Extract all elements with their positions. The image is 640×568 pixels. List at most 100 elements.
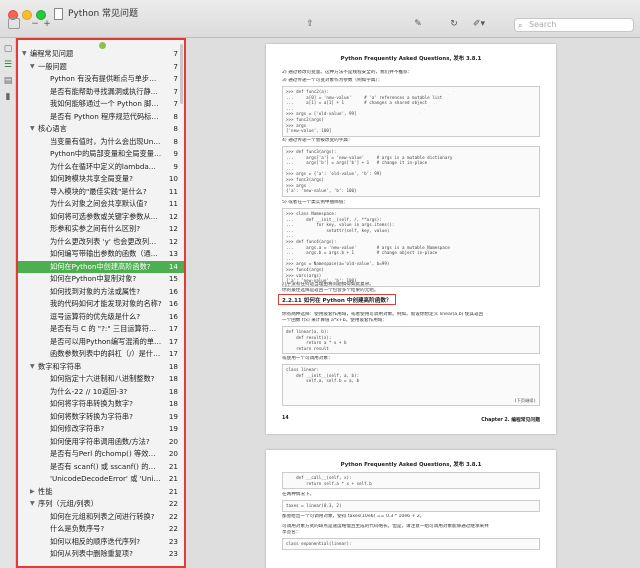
toc-item-page: 18 [168, 386, 178, 396]
toc-item[interactable]: ▼ 核心语言 8 [18, 123, 184, 136]
toc-item[interactable]: 形参和实参之间有什么区别? 12 [18, 223, 184, 236]
toc-item[interactable]: ▼ 数字和字符串 18 [18, 361, 184, 374]
markup-icon[interactable]: ✎ [412, 18, 424, 31]
disclosure-collapsed-icon[interactable]: ▶ [30, 486, 35, 499]
toc-item[interactable]: 为什么在循环中定义的lambda... 9 [18, 161, 184, 174]
toc-item-label: 序列（元组/列表） [38, 499, 98, 508]
code-block: def linear(a, b): def result(x): return … [282, 326, 540, 355]
toc-item-page: 19 [168, 424, 178, 433]
toc-item[interactable]: 函数参数列表中的斜杠（/）是什么意思? 17 [18, 348, 184, 361]
search-icon: ⌕ [518, 21, 523, 30]
toc-item-page: 18 [168, 374, 178, 383]
zoom-out-icon[interactable]: − [30, 18, 40, 31]
disclosure-expanded-icon[interactable]: ▼ [30, 61, 35, 74]
toc-item-page: 13 [168, 249, 178, 258]
code-block: >>> class Namespace:... def __init__(sel… [282, 208, 540, 287]
toc-item[interactable]: 是否可以用Python编写混淆的单行程序? 17 [18, 336, 184, 349]
toc-item-page: 12 [168, 236, 178, 246]
toc-item[interactable]: 如何将字符串转换为数字? 18 [18, 398, 184, 411]
toc-item-active[interactable]: 如何在Python中创建高阶函数? 14 [18, 260, 184, 273]
toc-item[interactable]: 如何将可选参数或关键字参数从一个函... 12 [18, 211, 184, 224]
toc-item-page: 20 [168, 449, 178, 458]
toc-item[interactable]: ▼ 编程常见问题 7 [18, 48, 184, 61]
toc-item-label: 是否有 Python 程序规范代码标准或风... [50, 111, 162, 121]
toc-item[interactable]: Python中的局部变量和全局变量有哪些... 9 [18, 148, 184, 161]
toc-item[interactable]: 导入模块的"最佳实践"是什么? 11 [18, 186, 184, 199]
disclosure-expanded-icon[interactable]: ▼ [30, 123, 35, 136]
toc-item-page: 14 [168, 261, 178, 271]
body-text: 都会给出一个可调用对象，使得 taxes(10e6) == 0.3 * 10e6… [282, 514, 425, 519]
toc-item-label: 如何跨模块共享全局变量? [50, 174, 133, 183]
toc-item[interactable]: 逗号运算符的优先级是什么? 16 [18, 311, 184, 324]
toc-item[interactable]: 如何编写带输出参数的函数（通过引用... 13 [18, 248, 184, 261]
toc-item[interactable]: ▼ 序列（元组/列表） 22 [18, 498, 184, 511]
disclosure-expanded-icon[interactable]: ▼ [30, 361, 35, 374]
toc-item[interactable]: 是否有能帮助寻找漏洞或执行静态分析... 7 [18, 86, 184, 99]
zoom-in-icon[interactable]: + [42, 18, 52, 31]
code-block: class linear: def __init__(self, a, b): … [282, 364, 540, 406]
bookmarks-icon[interactable]: ▮ [3, 92, 13, 102]
sidebar-toggle-icon[interactable] [8, 18, 20, 29]
toc-item[interactable]: ▼ 一般问题 7 [18, 61, 184, 74]
toc-item[interactable]: 如何在Python中复制对象? 15 [18, 273, 184, 286]
code-block: class exponential(linear): [282, 538, 540, 550]
code-block: def __call__(self, x): return self.a * x… [282, 472, 540, 490]
toc-item-label: 编程常见问题 [30, 49, 74, 58]
pdf-page-15: Python Frequently Asked Questions, 发布 3.… [266, 450, 556, 568]
disclosure-expanded-icon[interactable]: ▼ [30, 498, 35, 511]
toc-item-label: 如何将字符串转换为数字? [50, 399, 133, 408]
toc-item[interactable]: ▶ 性能 21 [18, 486, 184, 499]
toc-item-label: 如何将可选参数或关键字参数从一个函... [50, 211, 162, 221]
rotate-icon[interactable]: ↻ [448, 18, 460, 31]
window-title: Python 常见问题 [68, 9, 139, 19]
toc-item-label: 我如何能够通过一个 Python 脚本创建... [50, 99, 162, 108]
toc-item[interactable]: 是否有 Python 程序规范代码标准或风... 8 [18, 111, 184, 124]
toc-item-label: 为什么-22 // 10返回-3? [50, 386, 128, 396]
toc-item-label: 如何修改字符串? [50, 424, 105, 433]
toc-item[interactable]: 如何使用字符串调用函数/方法? 20 [18, 436, 184, 449]
toc-item[interactable]: 'UnicodeDecodeError' 或 'UnicodeEnc... 21 [18, 473, 184, 486]
code-line: return self.a * x + self.b [286, 480, 372, 486]
toc-item[interactable]: 是否有与Perl 的chomp() 等效的方法... 20 [18, 448, 184, 461]
toc-item[interactable]: 是否有 scanf() 或 sscanf() 的对应物? 21 [18, 461, 184, 474]
toc-item[interactable]: Python 有没有提供断点与单步调试等... 7 [18, 73, 184, 86]
toc-item-label: Python中的局部变量和全局变量有哪些... [50, 149, 162, 158]
toc-item-label: 我的代码如何才能发现对象的名称? [50, 299, 162, 308]
toc-item[interactable]: 为什么更改列表 'y' 也会更改列表 'x'? 12 [18, 236, 184, 249]
toc-item[interactable]: 如何指定十六进制和八进制整数? 18 [18, 373, 184, 386]
toc-item[interactable]: 为什么-22 // 10返回-3? 18 [18, 386, 184, 399]
toc-item[interactable]: 如何将数字转换为字符串? 19 [18, 411, 184, 424]
toc-item-page: 16 [168, 311, 178, 321]
toc-item[interactable]: 我如何能够通过一个 Python 脚本创建... 7 [18, 98, 184, 111]
toc-item-label: 如何编写带输出参数的函数（通过引用... [50, 249, 162, 258]
toc-item-page: 11 [168, 199, 178, 208]
toc-item-page: 21 [168, 474, 178, 483]
toc-item-page: 7 [173, 99, 178, 108]
toc-item-label: 数字和字符串 [38, 361, 82, 371]
body-text: 享签名： [282, 530, 301, 535]
code-block: taxes = linear(0.3, 2) [282, 500, 540, 512]
toc-item[interactable]: 当变量有值时，为什么会出现UnboundL... 8 [18, 136, 184, 149]
toc-item-label: 当变量有值时，为什么会出现UnboundL... [50, 136, 162, 146]
toc-item[interactable]: 如何找到对象的方法或属性? 16 [18, 286, 184, 299]
highlights-icon[interactable]: ▤ [3, 76, 13, 86]
toc-item[interactable]: 如何在元组和列表之间进行转换? 22 [18, 511, 184, 524]
toc-item-label: 形参和实参之间有什么区别? [50, 224, 141, 233]
share-icon[interactable]: ⇧ [304, 18, 316, 31]
toc-item[interactable]: 我的代码如何才能发现对象的名称? 16 [18, 298, 184, 311]
toc-item-label: 如何以相反的顺序迭代序列? [50, 536, 141, 546]
toc-item[interactable]: 是否有与 C 的 "?:" 三目运算符等价的... 17 [18, 323, 184, 336]
toc-item-page: 22 [168, 524, 178, 533]
toc-item[interactable]: 如何跨模块共享全局变量? 10 [18, 173, 184, 186]
toc-item[interactable]: 为什么对象之间会共享默认值? 11 [18, 198, 184, 211]
toc-item[interactable]: 如何以相反的顺序迭代序列? 23 [18, 536, 184, 549]
toc-item[interactable]: 什么是负数序号? 22 [18, 523, 184, 536]
disclosure-expanded-icon[interactable]: ▼ [22, 48, 27, 61]
thumbnails-icon[interactable]: ▢ [3, 44, 13, 54]
search-input[interactable]: ⌕ Search [514, 18, 634, 32]
toc-item-label: 核心语言 [38, 124, 67, 133]
toc-icon[interactable]: ☰ [3, 60, 13, 70]
toc-item[interactable]: 如何从列表中删除重复项? 23 [18, 548, 184, 561]
toc-item[interactable]: 如何修改字符串? 19 [18, 423, 184, 436]
annotate-icon[interactable]: ✐▾ [470, 18, 488, 31]
